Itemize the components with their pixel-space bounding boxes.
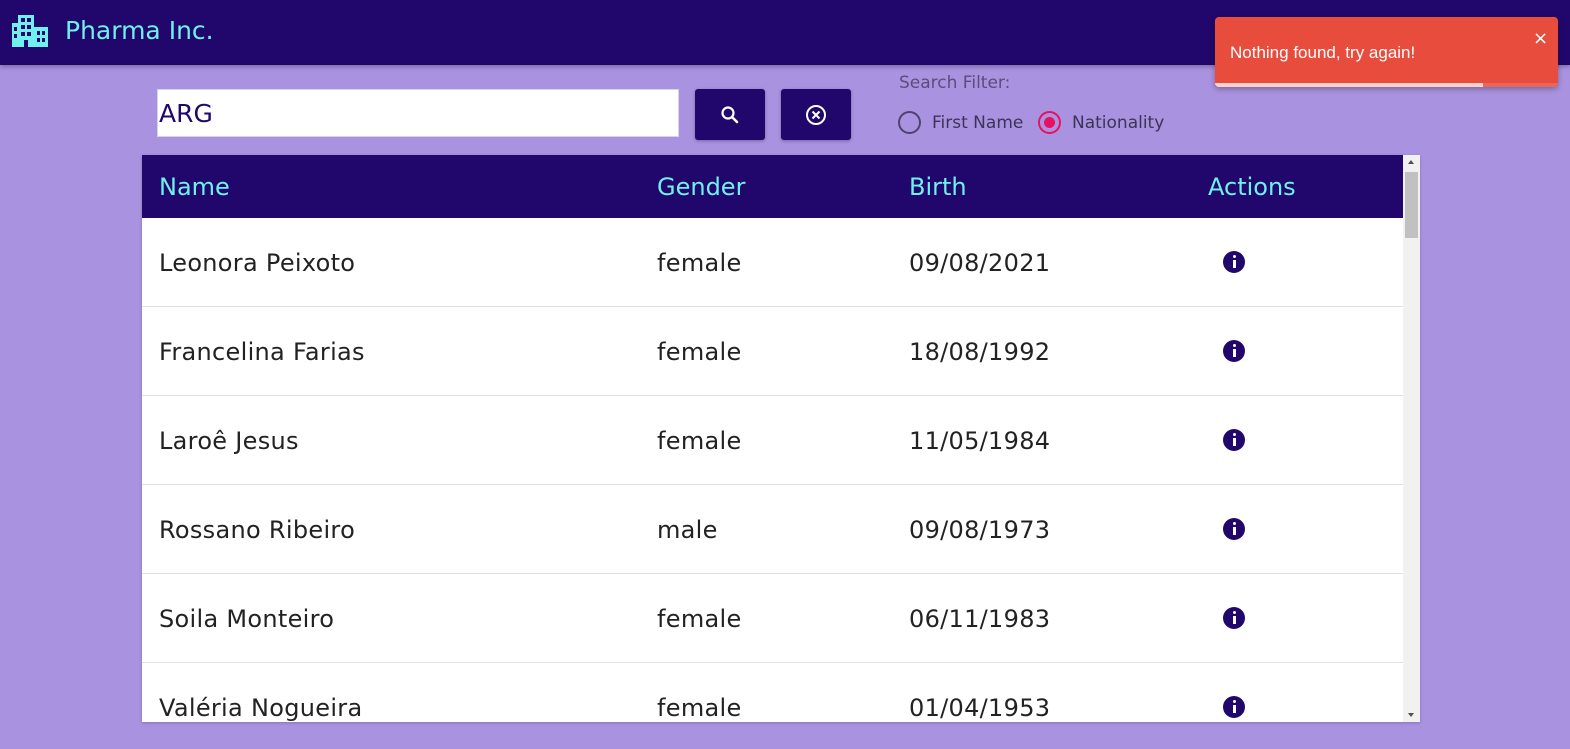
info-icon[interactable] [1223,607,1245,629]
error-toast: Nothing found, try again! × [1215,17,1558,87]
search-icon [721,105,739,123]
info-icon[interactable] [1223,340,1245,362]
cell-gender: female [657,427,742,455]
close-icon[interactable]: × [1533,30,1548,48]
toast-message: Nothing found, try again! [1230,43,1416,62]
table-row: Leonora Peixoto female 09/08/2021 [142,218,1403,307]
table-scrollbar[interactable] [1403,155,1420,722]
scroll-thumb[interactable] [1405,172,1418,238]
cell-birth: 01/04/1953 [909,694,1051,722]
cell-birth: 18/08/1992 [909,338,1051,366]
building-icon [12,15,48,47]
radio-button[interactable] [898,111,921,134]
cell-name: Valéria Nogueira [159,694,363,722]
cell-birth: 09/08/1973 [909,516,1051,544]
info-icon[interactable] [1223,518,1245,540]
cell-name: Francelina Farias [159,338,365,366]
cell-gender: female [657,694,742,722]
column-header-actions: Actions [1208,173,1296,201]
info-icon[interactable] [1223,251,1245,273]
table-row: Rossano Ribeiro male 09/08/1973 [142,485,1403,574]
cell-birth: 06/11/1983 [909,605,1051,633]
table-row: Francelina Farias female 18/08/1992 [142,307,1403,396]
column-header-birth[interactable]: Birth [909,173,967,201]
cell-gender: female [657,338,742,366]
cell-name: Rossano Ribeiro [159,516,356,544]
search-input[interactable] [157,89,679,137]
table-row: Laroê Jesus female 11/05/1984 [142,396,1403,485]
cell-gender: male [657,516,718,544]
patients-table: Name Gender Birth Actions Leonora Peixot… [142,155,1420,722]
radio-label: Nationality [1072,112,1165,133]
column-header-gender[interactable]: Gender [657,173,745,201]
table-body: Leonora Peixoto female 09/08/2021 France… [142,218,1403,722]
table-row: Valéria Nogueira female 01/04/1953 [142,663,1403,722]
scroll-down-arrow-icon[interactable] [1403,708,1420,722]
cell-birth: 11/05/1984 [909,427,1051,455]
search-button[interactable] [695,89,765,140]
cell-name: Soila Monteiro [159,605,335,633]
radio-label: First Name [932,112,1024,133]
column-header-name[interactable]: Name [159,173,230,201]
table-header: Name Gender Birth Actions [142,155,1403,218]
radio-first-name[interactable]: First Name [898,111,1023,134]
info-icon[interactable] [1223,429,1245,451]
cancel-circle-icon [806,104,826,125]
cell-gender: female [657,249,742,277]
radio-button-checked[interactable] [1038,111,1061,134]
radio-nationality[interactable]: Nationality [1038,111,1164,134]
search-filter-label: Search Filter: [899,73,1011,93]
toast-progress-bar [1215,83,1483,87]
clear-search-button[interactable] [781,89,851,140]
cell-name: Laroê Jesus [159,427,299,455]
scroll-up-arrow-icon[interactable] [1403,155,1420,169]
table-row: Soila Monteiro female 06/11/1983 [142,574,1403,663]
cell-birth: 09/08/2021 [909,249,1051,277]
cell-name: Leonora Peixoto [159,249,356,277]
info-icon[interactable] [1223,696,1245,718]
app-title: Pharma Inc. [65,16,214,45]
cell-gender: female [657,605,742,633]
